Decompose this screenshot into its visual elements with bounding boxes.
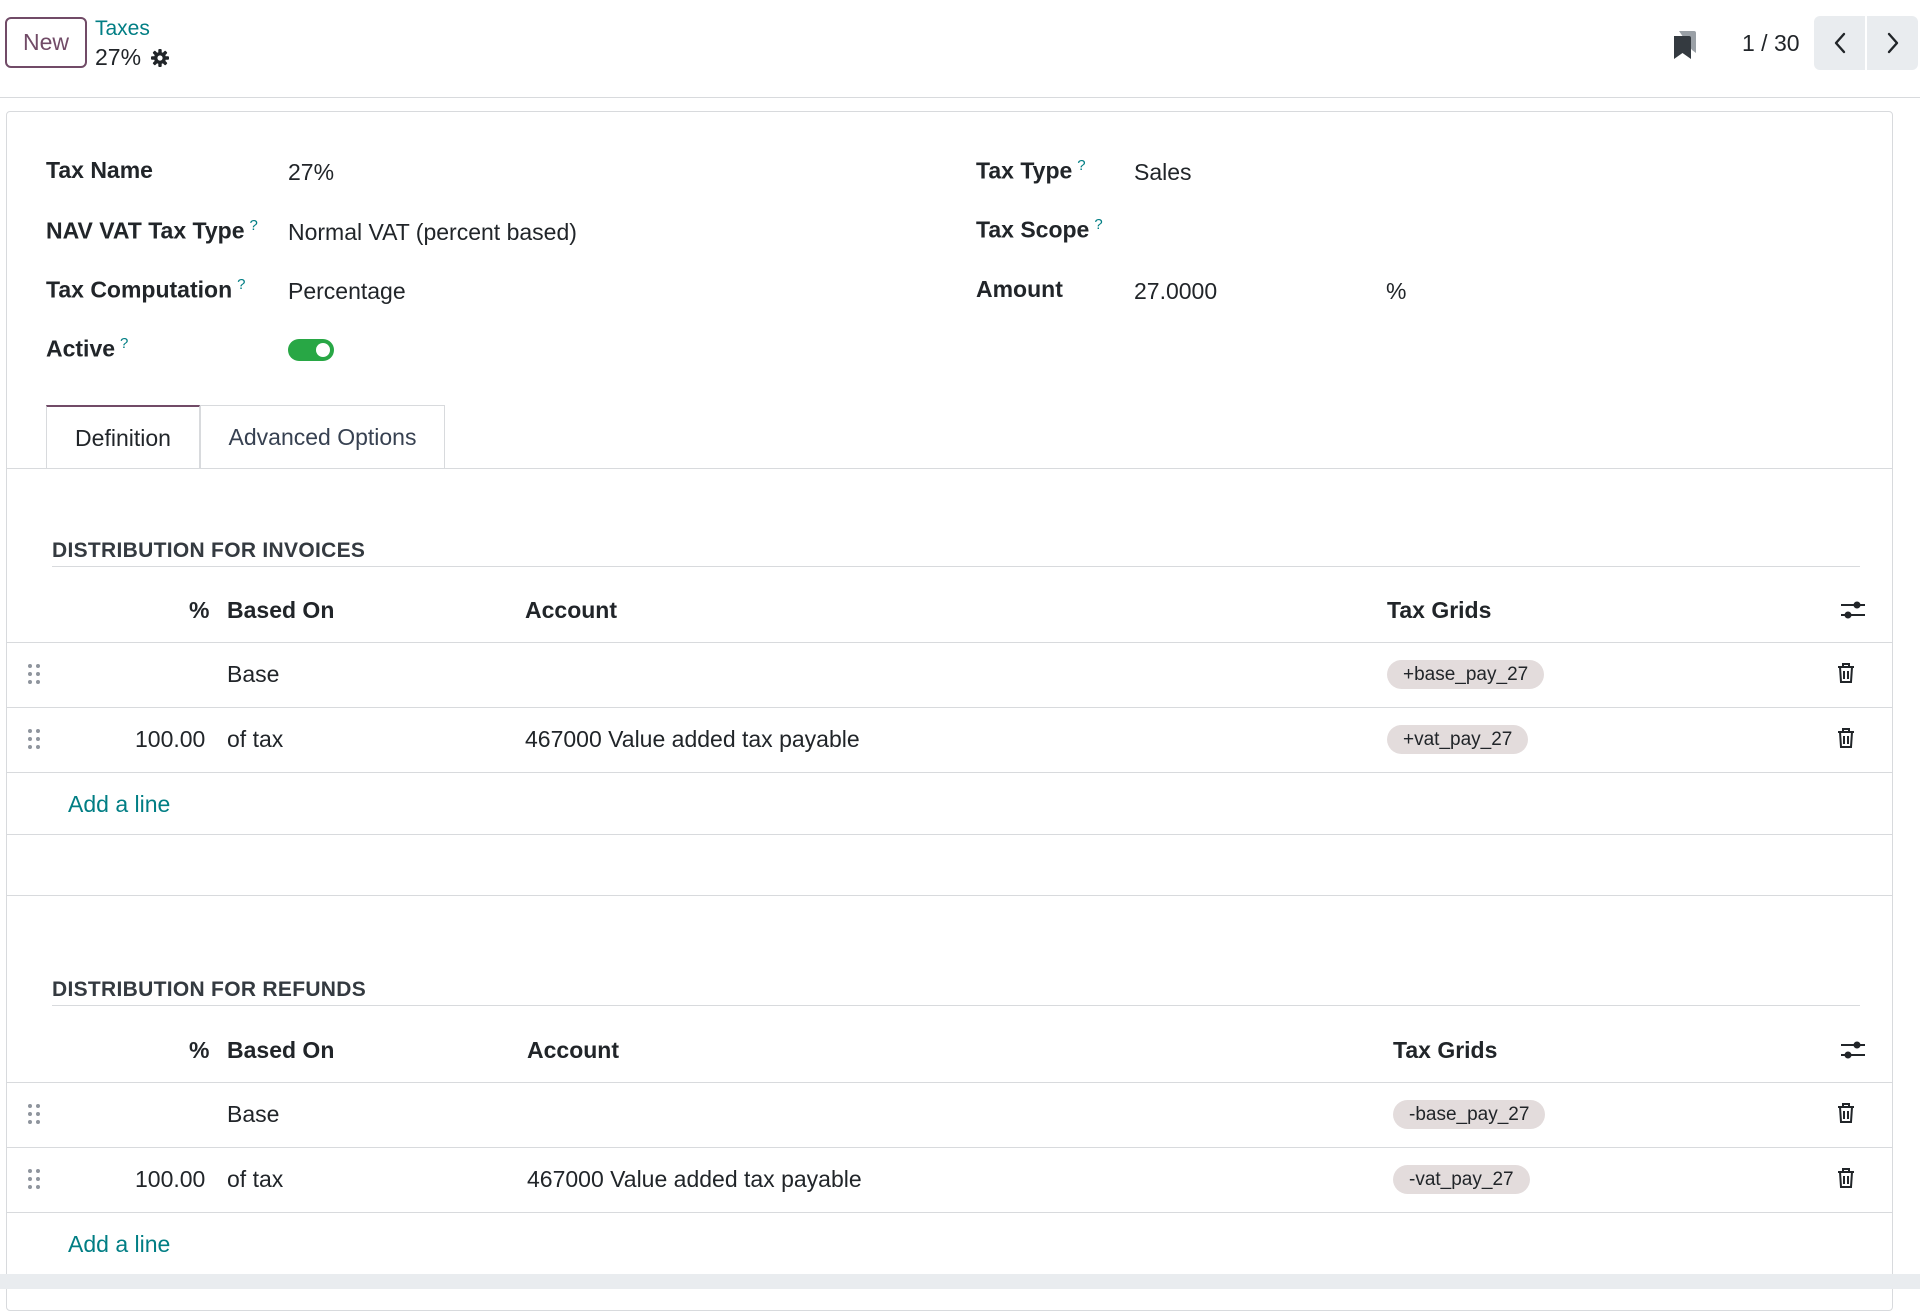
help-tooltip-icon[interactable]: ?	[1077, 157, 1085, 174]
pager-value[interactable]: 1 / 30	[1742, 30, 1800, 57]
nav-vat-tax-type-value[interactable]: Normal VAT (percent based)	[288, 219, 577, 246]
row-divider	[7, 707, 1892, 708]
drag-handle-icon[interactable]	[27, 663, 41, 685]
nav-vat-tax-type-label: NAV VAT Tax Type?	[46, 217, 258, 244]
section-divider	[52, 1005, 1860, 1006]
refunds-section-title: DISTRIBUTION FOR REFUNDS	[52, 978, 367, 1001]
column-header-tax-grids[interactable]: Tax Grids	[1393, 1037, 1497, 1064]
row-divider	[7, 1212, 1892, 1213]
record-title: 27%	[95, 44, 170, 71]
pager-next-button[interactable]	[1867, 16, 1918, 70]
bookmark-icon[interactable]	[1672, 30, 1698, 60]
percent-cell[interactable]: 100.00	[135, 726, 205, 753]
tax-grid-tag[interactable]: -base_pay_27	[1393, 1100, 1546, 1129]
row-divider	[7, 642, 1892, 643]
percent-cell[interactable]: 100.00	[135, 1166, 205, 1193]
tab-divider	[7, 468, 1892, 469]
column-header-based-on[interactable]: Based On	[227, 1037, 334, 1064]
record-title-text: 27%	[95, 44, 142, 70]
row-divider	[7, 772, 1892, 773]
drag-handle-icon[interactable]	[27, 1103, 41, 1125]
table-footer-band	[7, 834, 1892, 896]
chevron-left-icon	[1834, 32, 1845, 54]
tax-scope-label: Tax Scope?	[976, 216, 1103, 243]
new-button[interactable]: New	[5, 17, 87, 68]
drag-handle-icon[interactable]	[27, 1168, 41, 1190]
horizontal-scrollbar[interactable]	[0, 1274, 1920, 1289]
column-header-percent[interactable]: %	[189, 597, 209, 624]
tax-name-label: Tax Name	[46, 157, 153, 183]
account-cell[interactable]: 467000 Value added tax payable	[525, 726, 860, 753]
gear-icon[interactable]	[150, 48, 170, 68]
amount-unit: %	[1386, 278, 1407, 304]
tax-type-label: Tax Type?	[976, 157, 1086, 184]
tax-computation-value[interactable]: Percentage	[288, 278, 406, 305]
row-divider	[7, 1147, 1892, 1148]
trash-icon[interactable]	[1836, 662, 1856, 684]
help-tooltip-icon[interactable]: ?	[237, 276, 245, 293]
tab-advanced-options[interactable]: Advanced Options	[200, 405, 445, 468]
amount-label: Amount	[976, 276, 1063, 302]
tax-grid-tag[interactable]: +vat_pay_27	[1387, 725, 1529, 754]
pager-buttons	[1814, 16, 1918, 70]
column-header-tax-grids[interactable]: Tax Grids	[1387, 597, 1491, 624]
chevron-right-icon	[1887, 32, 1898, 54]
based-on-cell[interactable]: of tax	[227, 1166, 283, 1193]
trash-icon[interactable]	[1836, 1102, 1856, 1124]
tax-computation-label: Tax Computation?	[46, 276, 246, 303]
help-tooltip-icon[interactable]: ?	[120, 335, 128, 352]
column-header-percent[interactable]: %	[189, 1037, 209, 1064]
form-sheet: Tax Name 27% NAV VAT Tax Type? Normal VA…	[6, 111, 1893, 1311]
column-header-account[interactable]: Account	[525, 597, 617, 624]
invoices-section-title: DISTRIBUTION FOR INVOICES	[52, 539, 366, 562]
pager-previous-button[interactable]	[1814, 16, 1865, 70]
based-on-cell[interactable]: Base	[227, 661, 279, 688]
optional-columns-icon[interactable]	[1840, 599, 1866, 621]
add-line-link[interactable]: Add a line	[68, 791, 170, 818]
based-on-cell[interactable]: of tax	[227, 726, 283, 753]
account-cell[interactable]: 467000 Value added tax payable	[527, 1166, 862, 1193]
tab-definition[interactable]: Definition	[46, 405, 200, 469]
row-divider	[7, 1082, 1892, 1083]
tax-name-value[interactable]: 27%	[288, 159, 334, 186]
tax-grid-tag[interactable]: +base_pay_27	[1387, 660, 1545, 689]
section-divider	[52, 566, 1860, 567]
column-header-account[interactable]: Account	[527, 1037, 619, 1064]
tax-type-value[interactable]: Sales	[1134, 159, 1192, 186]
tax-grid-tag[interactable]: -vat_pay_27	[1393, 1165, 1530, 1194]
active-toggle[interactable]	[288, 339, 334, 361]
help-tooltip-icon[interactable]: ?	[1094, 216, 1102, 233]
active-label: Active?	[46, 335, 129, 362]
optional-columns-icon[interactable]	[1840, 1039, 1866, 1061]
breadcrumb-taxes-link[interactable]: Taxes	[95, 17, 150, 41]
add-line-link[interactable]: Add a line	[68, 1231, 170, 1258]
control-panel: New Taxes 27% 1 / 30	[0, 0, 1920, 98]
trash-icon[interactable]	[1836, 727, 1856, 749]
column-header-based-on[interactable]: Based On	[227, 597, 334, 624]
amount-value[interactable]: 27.0000	[1134, 278, 1217, 305]
help-tooltip-icon[interactable]: ?	[250, 217, 258, 234]
drag-handle-icon[interactable]	[27, 728, 41, 750]
based-on-cell[interactable]: Base	[227, 1101, 279, 1128]
trash-icon[interactable]	[1836, 1167, 1856, 1189]
